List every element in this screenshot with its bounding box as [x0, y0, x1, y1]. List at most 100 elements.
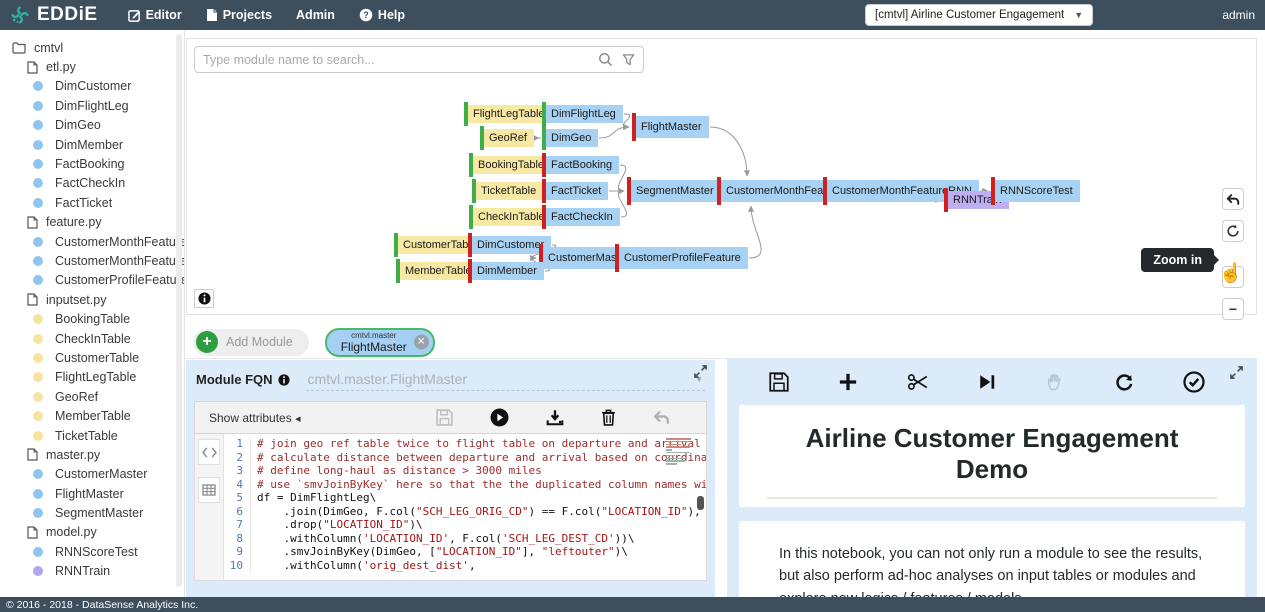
save-notebook-button[interactable] [769, 372, 789, 392]
nav-item-projects[interactable]: Projects [194, 0, 284, 30]
tree-module-FactCheckIn[interactable]: FactCheckIn [0, 174, 184, 193]
undo-button[interactable] [1222, 188, 1244, 210]
tree-module-SegmentMaster[interactable]: SegmentMaster [0, 503, 184, 522]
dag-node-MemberTable[interactable]: MemberTable [396, 262, 479, 280]
delete-button[interactable] [601, 409, 616, 426]
notebook-panel: Airline Customer Engagement Demo In this… [727, 358, 1257, 597]
dag-node-BookingTable[interactable]: BookingTable [469, 156, 551, 174]
code-line[interactable]: 2# calculate distance between departure … [224, 451, 706, 465]
module-label: CustomerTable [55, 351, 139, 365]
module-search-input[interactable] [203, 53, 598, 67]
nav-item-editor[interactable]: Editor [116, 0, 194, 30]
expand-icon[interactable] [1230, 366, 1243, 379]
refresh-button[interactable] [1222, 220, 1244, 242]
dag-node-CheckInTable[interactable]: CheckInTable [469, 208, 552, 226]
dag-node-GeoRef[interactable]: GeoRef [480, 129, 534, 147]
dag-node-FlightLegTable[interactable]: FlightLegTable [464, 105, 552, 123]
dag-node-DimGeo[interactable]: DimGeo [542, 129, 598, 147]
tree-module-CustomerMaster[interactable]: CustomerMaster [0, 465, 184, 484]
show-attributes-toggle[interactable]: Show attributes ◀ [209, 411, 300, 425]
dag-node-FactTicket[interactable]: FactTicket [542, 182, 608, 200]
tree-module-CheckInTable[interactable]: CheckInTable [0, 329, 184, 348]
dag-node-FlightMaster[interactable]: FlightMaster [632, 116, 709, 138]
tree-module-DimGeo[interactable]: DimGeo [0, 116, 184, 135]
run-button[interactable] [490, 408, 509, 427]
code-editor[interactable]: 1# join geo ref table twice to flight ta… [194, 434, 707, 581]
download-button[interactable] [546, 409, 564, 426]
tree-module-DimFlightLeg[interactable]: DimFlightLeg [0, 96, 184, 115]
footer: © 2016 - 2018 - DataSense Analytics Inc. [0, 597, 1265, 612]
code-view-button[interactable] [198, 439, 220, 465]
tree-module-RNNTrain[interactable]: RNNTrain [0, 562, 184, 581]
restart-kernel-button[interactable] [1114, 372, 1134, 392]
tree-module-DimCustomer[interactable]: DimCustomer [0, 77, 184, 96]
cut-cell-button[interactable] [907, 373, 929, 391]
dag-node-CustomerProfileFeature[interactable]: CustomerProfileFeature [615, 247, 748, 269]
tree-module-TicketTable[interactable]: TicketTable [0, 426, 184, 445]
tree-module-CustomerProfileFeature[interactable]: CustomerProfileFeature [0, 271, 184, 290]
code-line[interactable]: 6 .join(DimGeo, F.col("SCH_LEG_ORIG_CD")… [224, 505, 706, 519]
module-dot-icon [33, 411, 43, 421]
code-line[interactable]: 3# define long-haul as distance > 3000 m… [224, 464, 706, 478]
notebook-title-cell[interactable]: Airline Customer Engagement Demo [739, 405, 1245, 507]
graph-info-button[interactable] [194, 289, 214, 308]
dag-node-DimFlightLeg[interactable]: DimFlightLeg [542, 105, 623, 123]
code-line[interactable]: 8 .withColumn('LOCATION_ID', F.col('SCH_… [224, 532, 706, 546]
project-select-dropdown[interactable]: [cmtvl] Airline Customer Engagement ▼ [865, 4, 1093, 26]
code-line[interactable]: 10 .withColumn('orig_dest_dist', [224, 559, 706, 573]
dag-node-FactBooking[interactable]: FactBooking [542, 156, 619, 174]
tree-module-GeoRef[interactable]: GeoRef [0, 387, 184, 406]
nav-item-help[interactable]: ? Help [347, 0, 417, 30]
module-fqn-input[interactable]: cmtvl.master.FlightMaster ▼ [306, 371, 705, 391]
dag-node-TicketTable[interactable]: TicketTable [472, 182, 543, 200]
tree-module-CustomerTable[interactable]: CustomerTable [0, 348, 184, 367]
code-line[interactable]: 7 .drop("LOCATION_ID")\ [224, 518, 706, 532]
add-module-button[interactable]: + Add Module [193, 329, 309, 356]
tree-module-FactTicket[interactable]: FactTicket [0, 193, 184, 212]
dag-canvas[interactable]: FlightLegTableDimFlightLeg FlightMaster Ge… [187, 39, 1256, 314]
tree-module-CustomerMonthFeature[interactable]: CustomerMonthFeature [0, 232, 184, 251]
tree-file-model-py[interactable]: model.py [0, 523, 184, 542]
close-tab-icon[interactable]: ✕ [414, 335, 429, 350]
tree-folder-cmtvl[interactable]: cmtvl [0, 38, 184, 57]
run-all-button[interactable] [978, 373, 996, 391]
dag-node-RNNScoreTest[interactable]: RNNScoreTest [991, 180, 1080, 202]
code-line[interactable]: 1# join geo ref table twice to flight ta… [224, 437, 706, 451]
interrupt-button[interactable] [1045, 372, 1065, 392]
tree-module-RNNScoreTest[interactable]: RNNScoreTest [0, 542, 184, 561]
search-icon[interactable] [598, 52, 613, 67]
tree-file-feature-py[interactable]: feature.py [0, 213, 184, 232]
tree-file-inputset-py[interactable]: inputset.py [0, 290, 184, 309]
filter-icon[interactable] [622, 53, 635, 66]
code-line[interactable]: 5df = DimFlightLeg\ [224, 491, 706, 505]
tree-module-FlightLegTable[interactable]: FlightLegTable [0, 368, 184, 387]
validate-button[interactable] [1183, 371, 1205, 393]
tree-module-FlightMaster[interactable]: FlightMaster [0, 484, 184, 503]
editor-scrollbar[interactable] [697, 434, 704, 580]
user-name[interactable]: admin [1222, 8, 1255, 22]
table-view-button[interactable] [198, 477, 220, 503]
dag-node-DimMember[interactable]: DimMember [468, 262, 544, 280]
tree-module-MemberTable[interactable]: MemberTable [0, 406, 184, 425]
code-line[interactable]: 9 .smvJoinByKey(DimGeo, ["LOCATION_ID"],… [224, 545, 706, 559]
code-line[interactable]: 4# use `smvJoinByKey` here so that the t… [224, 478, 706, 492]
brand[interactable]: EDDiE [10, 4, 98, 26]
nav-item-admin[interactable]: Admin [284, 0, 347, 30]
code-area[interactable]: 1# join geo ref table twice to flight ta… [224, 434, 706, 580]
expand-icon[interactable] [694, 365, 707, 378]
dag-node-FactCheckIn[interactable]: FactCheckIn [542, 208, 620, 226]
tree-file-master-py[interactable]: master.py [0, 445, 184, 464]
file-label: feature.py [46, 215, 102, 229]
sidebar-scrollbar[interactable] [176, 34, 182, 587]
tree-module-CustomerMonthFeature[interactable]: CustomerMonthFeature... [0, 251, 184, 270]
tree-module-DimMember[interactable]: DimMember [0, 135, 184, 154]
revert-button[interactable] [653, 410, 670, 425]
add-cell-button[interactable] [838, 372, 858, 392]
dag-node-SegmentMaster[interactable]: SegmentMaster [627, 180, 721, 202]
tree-module-BookingTable[interactable]: BookingTable [0, 309, 184, 328]
tree-module-FactBooking[interactable]: FactBooking [0, 154, 184, 173]
tab-flightmaster[interactable]: cmtvl.master FlightMaster ✕ [325, 328, 435, 357]
zoom-out-button[interactable]: − [1222, 298, 1244, 320]
tree-file-etl-py[interactable]: etl.py [0, 57, 184, 76]
save-button[interactable] [436, 409, 453, 426]
